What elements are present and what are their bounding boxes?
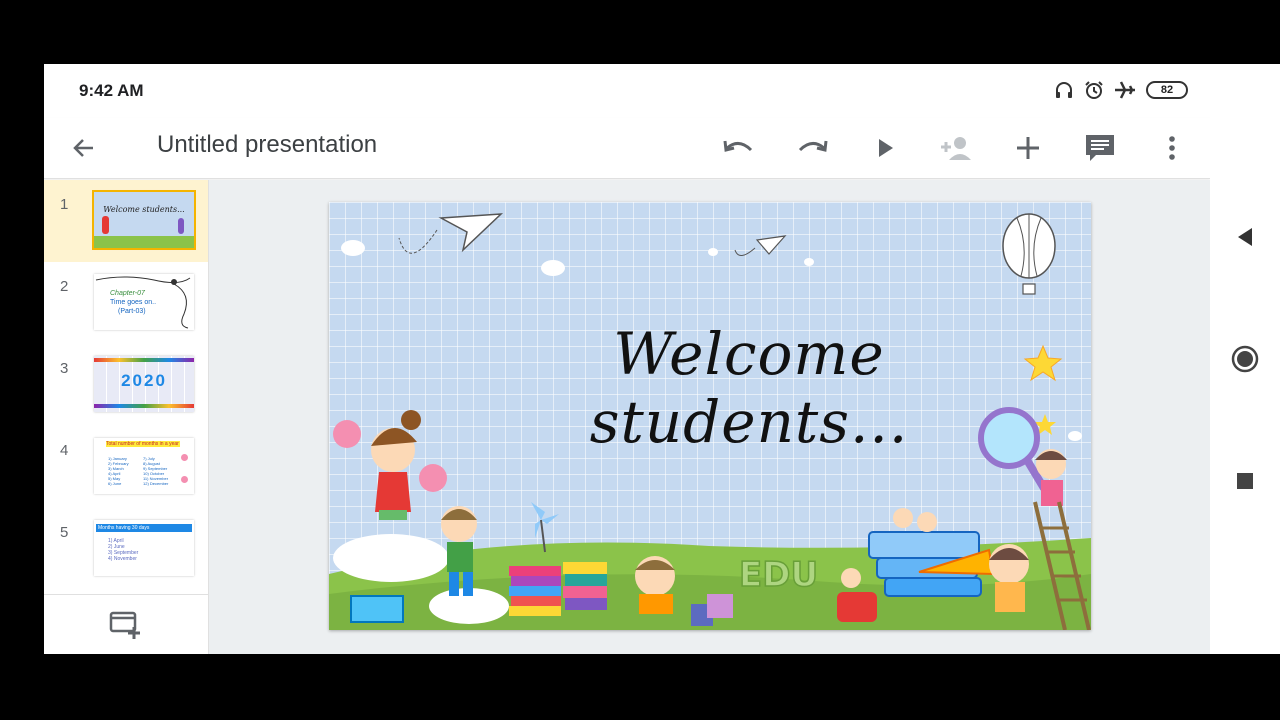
square-recents-icon [1237,473,1253,489]
preview-list: 1) April 2) June 3) September 4) Novembe… [108,538,138,562]
slide-thumbnail-2[interactable]: 2 Chapter-07 Time goes on.. (Part-03) [44,262,208,344]
insert-button[interactable] [1010,130,1046,166]
preview-line: (Part-03) [118,308,146,315]
triangle-back-icon [1238,228,1252,246]
status-bar: 9:42 AM 82 [44,64,1210,118]
share-button[interactable] [938,130,974,166]
slide-preview: Months having 30 days 1) April 2) June 3… [94,520,194,576]
preview-heading: Total number of months in a year [106,441,180,447]
preview-line: Time goes on.. [110,299,157,306]
preview-list: 1) January 7) July 2) February 8) August 3… [108,456,178,486]
undo-icon [723,140,753,152]
play-icon [879,139,893,157]
circle-home-icon [1231,345,1259,373]
nav-home-button[interactable] [1230,344,1260,374]
redo-button[interactable] [794,130,830,166]
slide-editor-canvas: EDU Welcome students... [209,180,1210,654]
airplane-icon [1115,81,1135,99]
slide-preview: Welcome students... [92,190,196,250]
slide-number: 4 [60,442,69,459]
nav-back-button[interactable] [1230,222,1260,252]
slide-thumbnail-panel: 1 Welcome students... 2 Chapter-07 Time … [44,180,209,654]
redo-icon [798,140,828,152]
preview-dot [181,454,188,461]
slide-preview: Total number of months in a year 1) Janu… [94,438,194,494]
document-title[interactable]: Untitled presentation [157,131,377,159]
more-vert-icon [1169,136,1175,160]
list-item: 6) June [108,481,122,486]
app-screen: 9:42 AM 82 Untitled presentation 1 Welco… [44,64,1210,654]
system-navigation-bar [1210,64,1280,654]
list-item: 4) November [108,556,137,562]
preview-kid [102,216,109,234]
add-person-icon [941,137,971,160]
slide-number: 3 [60,360,69,377]
slide-thumbnail-3[interactable]: 3 2020 [44,344,208,426]
preview-calendar-strip [94,404,194,408]
slide-preview-title: Welcome students... [103,205,185,214]
arrow-left-icon [73,139,93,157]
slide-thumbnail-5[interactable]: 5 Months having 30 days 1) April 2) June… [44,508,208,590]
battery-indicator: 82 [1146,81,1188,99]
preview-calendar-strip [94,358,194,362]
comments-button[interactable] [1082,130,1118,166]
thumbnail-panel-footer [44,594,208,655]
preview-line: Chapter-07 [110,290,145,297]
slide-title-text[interactable]: Welcome students... [479,320,1019,456]
preview-grass [94,236,194,248]
back-button[interactable] [66,130,102,166]
preview-heading: Months having 30 days [96,524,192,532]
slide-thumbnail-4[interactable]: 4 Total number of months in a year 1) Ja… [44,426,208,508]
alarm-icon [1085,81,1103,99]
slide-number: 5 [60,524,69,541]
add-slide-icon [109,611,140,639]
list-item: 12) December [143,481,169,486]
headphones-icon [1056,82,1072,98]
app-toolbar: Untitled presentation [44,118,1210,179]
nav-recents-button[interactable] [1230,466,1260,496]
present-button[interactable] [867,130,903,166]
slide-number: 1 [60,196,69,213]
edu-letters: EDU [739,555,818,595]
current-slide[interactable]: EDU Welcome students... [329,202,1091,630]
slide-preview: 2020 [94,356,194,412]
undo-button[interactable] [721,130,757,166]
preview-year: 2020 [121,371,167,390]
slide-thumbnail-1[interactable]: 1 Welcome students... [44,180,208,262]
new-slide-button[interactable] [108,609,144,641]
comment-icon [1086,135,1114,161]
slide-number: 2 [60,278,69,295]
slide-preview: Chapter-07 Time goes on.. (Part-03) [94,274,194,330]
status-icons: 82 [1054,80,1188,100]
status-time: 9:42 AM [79,81,144,100]
more-options-button[interactable] [1154,130,1190,166]
preview-dot [181,476,188,483]
preview-kid [178,218,184,234]
plus-icon [1017,137,1039,159]
